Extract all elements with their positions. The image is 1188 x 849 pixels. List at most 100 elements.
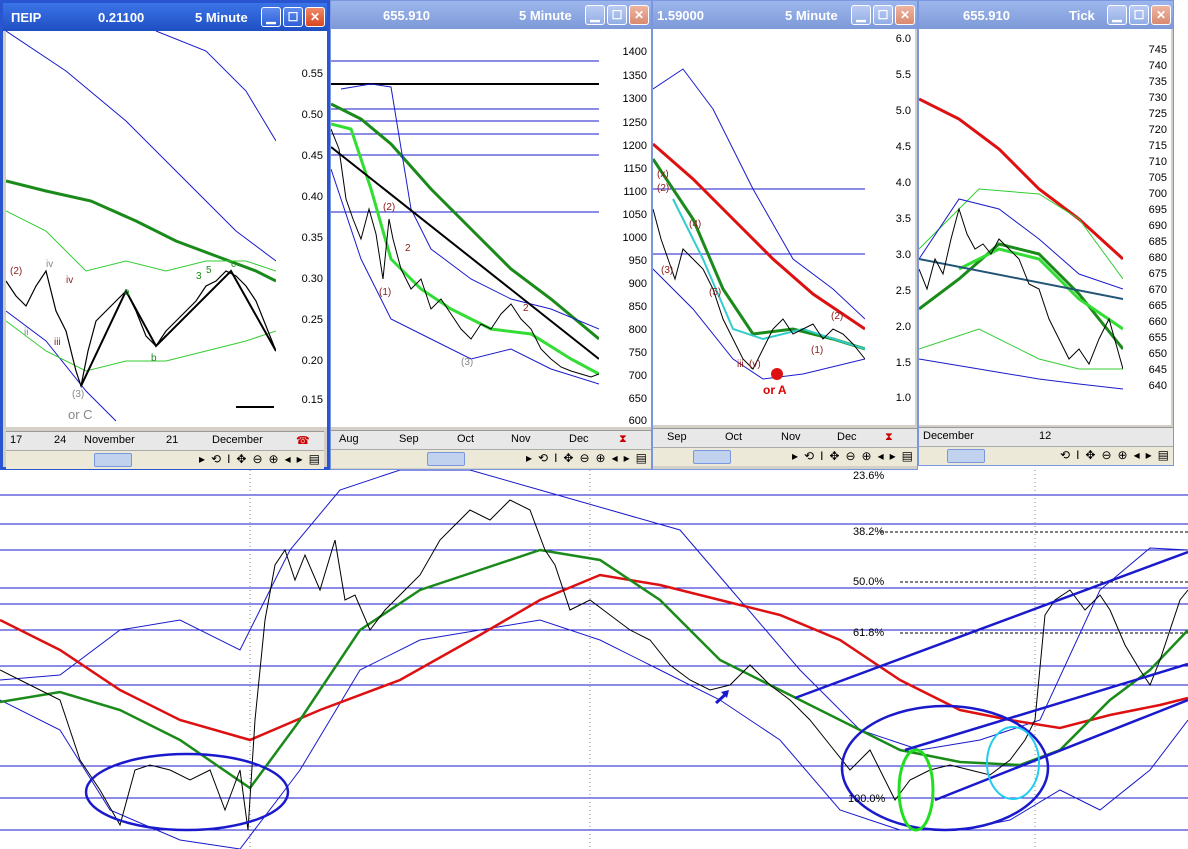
maximize-icon[interactable]: ☐ bbox=[873, 5, 893, 25]
scroll-right-icon[interactable]: ▸ bbox=[792, 449, 798, 463]
highlight-ellipse-green bbox=[897, 748, 935, 832]
scroll-thumb[interactable] bbox=[94, 453, 132, 467]
y-tick: 1000 bbox=[622, 232, 647, 244]
window-title-bar[interactable]: 1.59000 5 Minute ▁ ☐ ✕ bbox=[653, 1, 917, 29]
move-icon[interactable]: ✥ bbox=[1085, 448, 1095, 462]
y-tick: 5.0 bbox=[895, 105, 911, 117]
maximize-icon[interactable]: ☐ bbox=[1129, 5, 1149, 25]
menu-icon[interactable]: ▤ bbox=[1158, 448, 1169, 462]
upper-band bbox=[653, 68, 865, 320]
close-icon[interactable]: ✕ bbox=[1151, 5, 1171, 25]
scroll-thumb[interactable] bbox=[947, 449, 985, 463]
wave-label: iii bbox=[737, 359, 744, 370]
close-icon[interactable]: ✕ bbox=[305, 7, 325, 27]
move-icon[interactable]: ✥ bbox=[563, 451, 573, 465]
scroll-thumb[interactable] bbox=[693, 450, 731, 464]
maximize-icon[interactable]: ☐ bbox=[283, 7, 303, 27]
y-tick: 700 bbox=[628, 370, 647, 382]
close-icon[interactable]: ✕ bbox=[629, 5, 649, 25]
y-tick: 3.0 bbox=[895, 249, 911, 261]
y-tick: 660 bbox=[1148, 316, 1167, 328]
zoom-out-icon[interactable]: ⊖ bbox=[1101, 448, 1111, 462]
main-chart-svg[interactable] bbox=[0, 470, 1188, 849]
move-icon[interactable]: ✥ bbox=[829, 449, 839, 463]
scrollbar-1[interactable]: ▸ ⟲ I ✥ ⊖ ⊕ ◂ ▸ ▤ bbox=[6, 450, 324, 469]
zoom-in-icon[interactable]: ⊕ bbox=[1118, 448, 1128, 462]
ma-line bbox=[331, 102, 599, 341]
chart-plot-2[interactable]: (2) (1) 2 (3) 2 bbox=[331, 29, 599, 427]
scroll-thumb[interactable] bbox=[427, 452, 465, 466]
y-tick: 600 bbox=[628, 415, 647, 427]
chart-plot-1[interactable]: (2) iv iv ii iii b a 3 5 c (3) or C bbox=[6, 31, 276, 427]
next-icon[interactable]: ▸ bbox=[1146, 448, 1152, 462]
chart-plot-4[interactable] bbox=[919, 29, 1123, 425]
pin-icon[interactable]: ⟲ bbox=[538, 451, 548, 465]
scroll-right-icon[interactable]: ▸ bbox=[199, 452, 205, 466]
next-icon[interactable]: ▸ bbox=[297, 452, 303, 466]
chart-window-4[interactable]: 655.910 Tick ▁ ☐ ✕ 745 740 735 730 725 7… bbox=[918, 0, 1174, 466]
zoom-in-icon[interactable]: ⊕ bbox=[862, 449, 872, 463]
trend-line bbox=[331, 146, 599, 360]
pin-icon[interactable]: ⟲ bbox=[804, 449, 814, 463]
prev-icon[interactable]: ◂ bbox=[878, 449, 884, 463]
x-tick: 24 bbox=[54, 434, 67, 446]
next-icon[interactable]: ▸ bbox=[890, 449, 896, 463]
wave-label: iii bbox=[54, 337, 61, 348]
x-tick: 17 bbox=[10, 434, 23, 446]
y-tick: 1050 bbox=[622, 209, 647, 221]
menu-icon[interactable]: ▤ bbox=[309, 452, 320, 466]
zoom-out-icon[interactable]: ⊖ bbox=[579, 451, 589, 465]
window-value: 0.21100 bbox=[98, 10, 145, 25]
minimize-icon[interactable]: ▁ bbox=[585, 5, 605, 25]
alarm-icon[interactable]: ☎ bbox=[296, 434, 310, 447]
wave-label: 2 bbox=[523, 303, 529, 314]
minimize-icon[interactable]: ▁ bbox=[851, 5, 871, 25]
wave-label: 2 bbox=[405, 243, 411, 254]
window-title-bar[interactable]: 655.910 Tick ▁ ☐ ✕ bbox=[919, 1, 1173, 29]
menu-icon[interactable]: ▤ bbox=[902, 449, 913, 463]
prev-icon[interactable]: ◂ bbox=[1134, 448, 1140, 462]
chart-plot-3[interactable]: (x) (2) (3) (4) (5) iii (v) or A (2) (1) bbox=[653, 29, 865, 425]
wave-label: ii bbox=[24, 327, 29, 338]
minimize-icon[interactable]: ▁ bbox=[261, 7, 281, 27]
zoom-in-icon[interactable]: ⊕ bbox=[596, 451, 606, 465]
chart-window-3[interactable]: 1.59000 5 Minute ▁ ☐ ✕ (x) (2) (3) (4) (… bbox=[652, 0, 918, 470]
y-tick: 4.0 bbox=[895, 177, 911, 189]
window-value: 1.59000 bbox=[657, 8, 704, 23]
prev-icon[interactable]: ◂ bbox=[612, 451, 618, 465]
chart-window-2[interactable]: 655.910 5 Minute ▁ ☐ ✕ (2) (1) 2 (3) 2 1… bbox=[330, 0, 652, 470]
next-icon[interactable]: ▸ bbox=[624, 451, 630, 465]
scrollbar-3[interactable]: ▸ ⟲ I ✥ ⊖ ⊕ ◂ ▸ ▤ bbox=[653, 447, 917, 466]
hourglass-icon[interactable]: ⧗ bbox=[885, 431, 893, 444]
zoom-in-icon[interactable]: ⊕ bbox=[269, 452, 279, 466]
pin-icon[interactable]: ⟲ bbox=[211, 452, 221, 466]
window-title-bar[interactable]: 655.910 5 Minute ▁ ☐ ✕ bbox=[331, 1, 651, 29]
zoom-out-icon[interactable]: ⊖ bbox=[252, 452, 262, 466]
chart-svg-1 bbox=[6, 31, 276, 422]
maximize-icon[interactable]: ☐ bbox=[607, 5, 627, 25]
zoom-out-icon[interactable]: ⊖ bbox=[845, 449, 855, 463]
chart-window-1[interactable]: ΠΕΙΡ 0.21100 5 Minute ▁ ☐ ✕ (2) iv iv ii… bbox=[0, 0, 330, 470]
scrollbar-4[interactable]: ⟲ I ✥ ⊖ ⊕ ◂ ▸ ▤ bbox=[919, 446, 1173, 465]
menu-icon[interactable]: ▤ bbox=[636, 451, 647, 465]
y-tick: 3.5 bbox=[895, 213, 911, 225]
cursor-icon[interactable]: I bbox=[554, 451, 557, 465]
cursor-icon[interactable]: I bbox=[820, 449, 823, 463]
hourglass-icon[interactable]: ⧗ bbox=[619, 433, 627, 446]
marker-dot bbox=[771, 368, 783, 380]
move-icon[interactable]: ✥ bbox=[236, 452, 246, 466]
pin-icon[interactable]: ⟲ bbox=[1060, 448, 1070, 462]
y-tick: 1.0 bbox=[895, 392, 911, 404]
prev-icon[interactable]: ◂ bbox=[285, 452, 291, 466]
scrollbar-2[interactable]: ▸ ⟲ I ✥ ⊖ ⊕ ◂ ▸ ▤ bbox=[331, 449, 651, 468]
x-tick: Dec bbox=[569, 433, 589, 445]
cursor-icon[interactable]: I bbox=[227, 452, 230, 466]
y-tick: 0.45 bbox=[301, 150, 323, 162]
close-icon[interactable]: ✕ bbox=[895, 5, 915, 25]
minimize-icon[interactable]: ▁ bbox=[1107, 5, 1127, 25]
y-tick: 700 bbox=[1148, 188, 1167, 200]
wave-label: (3) bbox=[461, 357, 474, 368]
scroll-right-icon[interactable]: ▸ bbox=[526, 451, 532, 465]
window-title-bar[interactable]: ΠΕΙΡ 0.21100 5 Minute ▁ ☐ ✕ bbox=[3, 3, 327, 31]
cursor-icon[interactable]: I bbox=[1076, 448, 1079, 462]
